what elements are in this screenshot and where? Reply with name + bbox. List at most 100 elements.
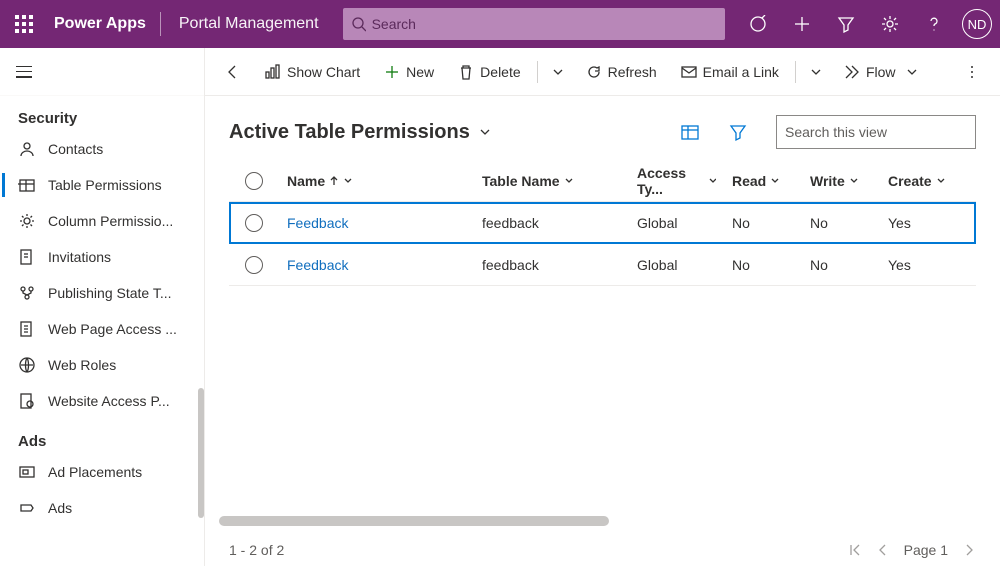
cell-write: No (802, 257, 880, 273)
left-nav: Security Contacts Table Permissions Column… (0, 48, 205, 566)
nav-icon (18, 248, 36, 266)
col-name[interactable]: Name (279, 173, 474, 189)
nav-icon (18, 320, 36, 338)
nav-icon (18, 499, 36, 517)
page-label: Page 1 (904, 542, 948, 558)
waffle-icon[interactable] (8, 8, 40, 40)
cell-create: Yes (880, 257, 958, 273)
delete-menu[interactable] (544, 54, 572, 90)
col-table-name[interactable]: Table Name (474, 173, 629, 189)
col-access-type[interactable]: Access Ty... (629, 165, 724, 197)
nav-label: Contacts (48, 141, 103, 157)
cell-name[interactable]: Feedback (287, 215, 348, 231)
refresh-button[interactable]: Refresh (576, 54, 667, 90)
col-create[interactable]: Create (880, 173, 958, 189)
app-title[interactable]: Portal Management (169, 15, 329, 33)
sidebar-item[interactable]: Ad Placements (0, 454, 204, 490)
nav-label: Website Access P... (48, 393, 170, 409)
back-button[interactable] (215, 54, 251, 90)
flow-button[interactable]: Flow (834, 54, 928, 90)
sidebar-item[interactable]: Web Page Access ... (0, 311, 204, 347)
global-search[interactable] (343, 8, 725, 40)
cell-table-name: feedback (474, 215, 629, 231)
nav-group-security: Security (0, 96, 204, 131)
cell-read: No (724, 215, 802, 231)
nav-label: Invitations (48, 249, 111, 265)
sidebar-item[interactable]: Ads (0, 490, 204, 526)
hamburger-button[interactable] (0, 48, 204, 96)
flow-icon (844, 64, 860, 80)
email-link-button[interactable]: Email a Link (671, 54, 789, 90)
chart-icon (265, 64, 281, 80)
nav-label: Ads (48, 500, 72, 516)
view-search[interactable] (776, 115, 976, 149)
show-chart-label: Show Chart (287, 64, 360, 80)
avatar[interactable]: ND (962, 9, 992, 39)
delete-button[interactable]: Delete (448, 54, 530, 90)
chevron-down-icon (770, 176, 780, 186)
refresh-icon (586, 64, 602, 80)
nav-icon (18, 140, 36, 158)
nav-label: Column Permissio... (48, 213, 173, 229)
separator (537, 61, 538, 83)
chevron-down-icon (343, 176, 353, 186)
sidebar-item[interactable]: Contacts (0, 131, 204, 167)
help-icon[interactable] (914, 0, 954, 48)
grid-header-row: Name Table Name Access Ty... Read Write … (229, 160, 976, 202)
sidebar-item[interactable]: Table Permissions (0, 167, 204, 203)
cell-access-type: Global (629, 215, 724, 231)
chevron-down-icon (906, 66, 918, 78)
search-icon (351, 16, 366, 32)
row-checkbox[interactable] (245, 214, 263, 232)
next-page-button[interactable] (962, 543, 976, 557)
flow-label: Flow (866, 64, 896, 80)
new-label: New (406, 64, 434, 80)
sidebar-item[interactable]: Web Roles (0, 347, 204, 383)
more-commands[interactable] (954, 54, 990, 90)
email-menu[interactable] (802, 54, 830, 90)
sidebar-item[interactable]: Invitations (0, 239, 204, 275)
assistant-icon[interactable] (738, 0, 778, 48)
nav-icon (18, 463, 36, 481)
nav-icon (18, 392, 36, 410)
chevron-down-icon (936, 176, 946, 186)
show-chart-button[interactable]: Show Chart (255, 54, 370, 90)
app-name[interactable]: Power Apps (48, 15, 152, 33)
nav-label: Publishing State T... (48, 285, 171, 301)
main-content: Show Chart New Delete Refresh Email a Li… (205, 48, 1000, 566)
add-icon[interactable] (782, 0, 822, 48)
nav-icon (18, 176, 36, 194)
plus-icon (384, 64, 400, 80)
table-row[interactable]: FeedbackfeedbackGlobalNoNoYes (229, 202, 976, 244)
nav-icon (18, 356, 36, 374)
sidebar-item[interactable]: Publishing State T... (0, 275, 204, 311)
separator (795, 61, 796, 83)
col-write[interactable]: Write (802, 173, 880, 189)
col-read[interactable]: Read (724, 173, 802, 189)
refresh-label: Refresh (608, 64, 657, 80)
global-search-input[interactable] (372, 16, 717, 32)
prev-page-button[interactable] (876, 543, 890, 557)
edit-columns-button[interactable] (672, 114, 708, 150)
chevron-down-icon (564, 176, 574, 186)
sidebar-item[interactable]: Column Permissio... (0, 203, 204, 239)
sidebar-scrollbar[interactable] (198, 388, 204, 518)
nav-icon (18, 212, 36, 230)
cell-name[interactable]: Feedback (287, 257, 348, 273)
cell-table-name: feedback (474, 257, 629, 273)
horizontal-scrollbar[interactable] (219, 516, 609, 526)
email-link-label: Email a Link (703, 64, 779, 80)
row-checkbox[interactable] (245, 256, 263, 274)
first-page-button[interactable] (848, 543, 862, 557)
view-search-input[interactable] (785, 124, 966, 140)
new-button[interactable]: New (374, 54, 444, 90)
nav-label: Web Page Access ... (48, 321, 177, 337)
view-title-button[interactable]: Active Table Permissions (229, 121, 492, 144)
settings-icon[interactable] (870, 0, 910, 48)
table-row[interactable]: FeedbackfeedbackGlobalNoNoYes (229, 244, 976, 286)
sidebar-item[interactable]: Website Access P... (0, 383, 204, 419)
filter-icon[interactable] (826, 0, 866, 48)
nav-group-ads: Ads (0, 419, 204, 454)
select-all-checkbox[interactable] (245, 172, 263, 190)
filter-button[interactable] (720, 114, 756, 150)
